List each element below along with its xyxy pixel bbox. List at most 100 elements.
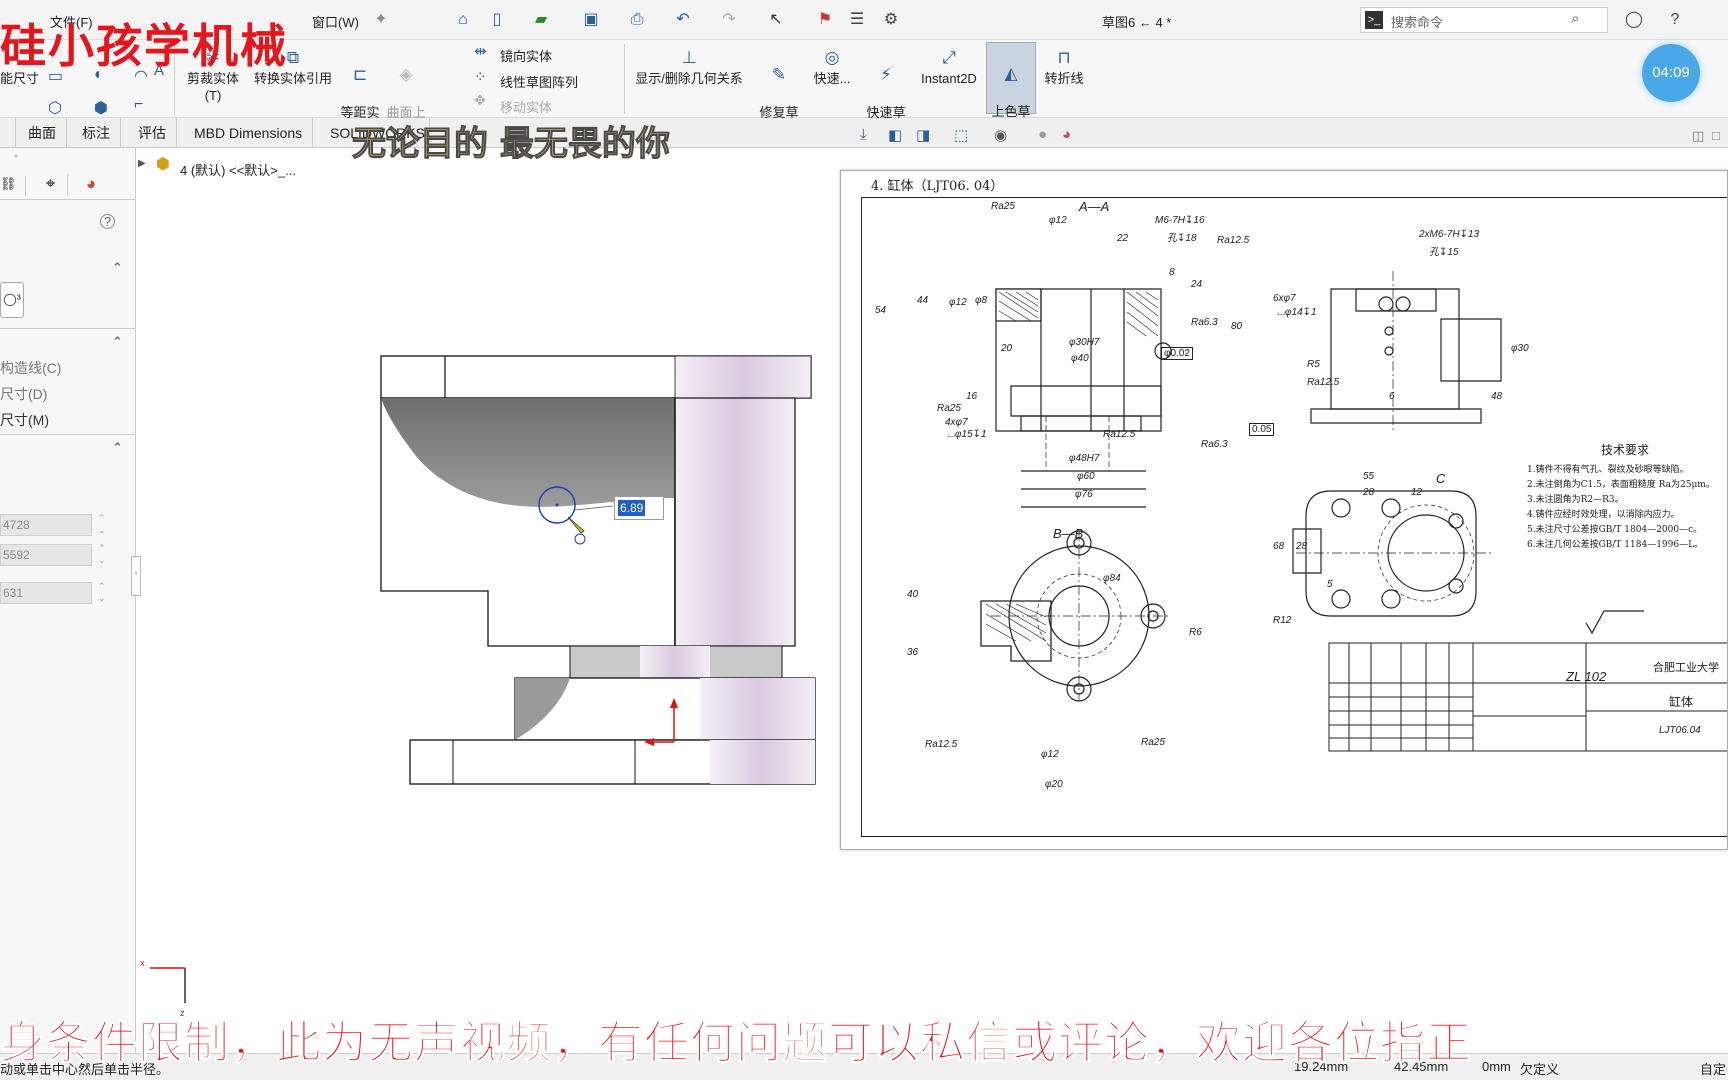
- center-y-field[interactable]: 5592: [0, 544, 92, 566]
- menu-window[interactable]: 窗口(W): [312, 12, 359, 31]
- search-icon[interactable]: ⌕: [1571, 10, 1579, 27]
- help-icon[interactable]: ?: [1664, 10, 1686, 30]
- view-orientation-icon[interactable]: ⬚: [954, 126, 968, 144]
- status-units[interactable]: 自定: [1700, 1059, 1726, 1078]
- display-manager-tab-icon[interactable]: ◕: [74, 174, 108, 196]
- select-icon[interactable]: ↖: [765, 10, 787, 30]
- shaded-sketch-contours-button[interactable]: ◭ 上色草 图轮廓: [986, 42, 1036, 136]
- tech-line: 3.未注圆角为R2—R3。: [1527, 495, 1624, 505]
- dim-label: R12: [1273, 615, 1292, 626]
- dim-label: 2xM6-7H↧13: [1419, 229, 1480, 240]
- dim-label: 0.05: [1249, 423, 1275, 436]
- fillet-icon[interactable]: ⌐: [134, 96, 143, 114]
- collapse-chevron-icon[interactable]: ⌃: [112, 440, 123, 456]
- dimension-value[interactable]: 6.89: [618, 500, 646, 516]
- rapid-sketch-icon: ⚡: [880, 65, 892, 84]
- scene-icon[interactable]: ◕: [1062, 126, 1071, 143]
- hide-show-icon[interactable]: ◉: [994, 126, 1007, 144]
- collapse-chevron-icon[interactable]: ⌃: [112, 260, 123, 276]
- dim-label: Ra6.3: [1201, 439, 1228, 450]
- relations-icon: ⊥: [681, 48, 697, 67]
- home-icon[interactable]: ⌂: [452, 10, 474, 30]
- panel-tabs: ⛓ ⌖ ◕: [0, 172, 136, 200]
- reference-drawing-image[interactable]: 4. 缸体（LJT06. 04） A—A B—B C Ra25 φ12 M6-7…: [840, 170, 1728, 850]
- linear-pattern-button[interactable]: 线性草图阵列: [500, 72, 578, 91]
- instant2d-button[interactable]: ⤢ Instant2D: [916, 48, 982, 87]
- tech-requirements: 1.铸件不得有气孔、裂纹及砂眼等缺陷。 2.未注倒角为C1.5，表面粗糙度 Ra…: [1527, 463, 1727, 553]
- dim-label: Ra12.5: [1307, 377, 1340, 388]
- tab-sketch[interactable]: [0, 118, 16, 148]
- tab-evaluate[interactable]: 评估: [128, 118, 177, 148]
- side-view: [1310, 271, 1502, 433]
- dim-label: 22: [1117, 233, 1129, 244]
- option-construction[interactable]: 构造线(C): [0, 358, 61, 378]
- timer-badge: 04:09: [1642, 44, 1700, 102]
- motto-overlay: 无论目的 最无畏的你: [352, 124, 671, 165]
- dim-label: 12: [1411, 487, 1423, 498]
- hexagon-icon[interactable]: ⬢: [94, 98, 108, 118]
- config-tab-icon[interactable]: ⛓: [0, 176, 26, 196]
- dim-label: φ12: [1049, 215, 1067, 226]
- spinner-icon[interactable]: ⌃ ⌄: [98, 542, 106, 566]
- new-icon[interactable]: ▯: [486, 10, 508, 30]
- dim-label: 40: [907, 589, 919, 600]
- dimension-input[interactable]: 6.89: [614, 496, 664, 520]
- print-icon[interactable]: ⎙: [626, 10, 648, 30]
- dim-label: 44: [917, 295, 929, 306]
- dim-label: Ra25: [937, 403, 961, 414]
- close-icon[interactable]: □: [1712, 128, 1720, 143]
- tab-surfaces[interactable]: 曲面: [18, 118, 67, 148]
- move-icon: ✥: [474, 92, 486, 108]
- traffic-light-icon[interactable]: ⚑: [814, 10, 836, 30]
- section-aa-label: A—A: [1079, 199, 1110, 214]
- spinner-icon[interactable]: ⌃ ⌄: [98, 580, 106, 604]
- options-icon[interactable]: ⚙: [880, 10, 902, 30]
- status-state: 欠定义: [1520, 1062, 1560, 1077]
- polygon-icon[interactable]: ⬡: [48, 98, 62, 118]
- dimxpert-tab-icon[interactable]: ⌖: [34, 174, 68, 196]
- previous-view-icon[interactable]: ◧: [888, 126, 902, 144]
- undo-icon[interactable]: ↶: [672, 10, 694, 30]
- file-properties-icon[interactable]: ☰: [846, 10, 868, 30]
- tab-markup[interactable]: 标注: [72, 118, 121, 148]
- dim-label: 6: [1389, 391, 1395, 402]
- display-relations-button[interactable]: ⊥ 显示/删除几何关系: [628, 48, 750, 87]
- section-view-icon[interactable]: ◨: [916, 126, 930, 144]
- restore-icon[interactable]: ◫: [1692, 128, 1704, 144]
- appearance-icon[interactable]: ●: [1038, 126, 1047, 143]
- save-icon[interactable]: ▣: [580, 10, 602, 30]
- option-dimension-d[interactable]: 尺寸(D): [0, 384, 47, 404]
- graphics-area[interactable]: x z: [140, 148, 840, 1053]
- quick-snaps-button[interactable]: ◎ 快速...: [810, 48, 854, 87]
- view-c-label: C: [1436, 471, 1446, 486]
- repair-icon: ✎: [771, 65, 787, 84]
- radius-field[interactable]: 631: [0, 582, 92, 604]
- zoom-to-fit-icon[interactable]: ⤓: [860, 126, 867, 143]
- circle-type-icon[interactable]: ◯³: [0, 282, 24, 318]
- tab-mbd-dimensions[interactable]: MBD Dimensions: [184, 118, 314, 148]
- user-icon[interactable]: ◯: [1623, 10, 1645, 30]
- center-x-field[interactable]: 4728: [0, 514, 92, 536]
- option-dimension-m[interactable]: 尺寸(M): [0, 410, 49, 430]
- redo-icon[interactable]: ↷: [718, 10, 740, 30]
- dim-label: ⌴φ15↧1: [947, 429, 987, 440]
- roughness-symbol: [1585, 610, 1644, 635]
- dim-label: φ76: [1075, 489, 1093, 500]
- collapse-chevron-icon[interactable]: ⌃: [112, 334, 123, 350]
- dim-label: Ra12.5: [1217, 235, 1250, 246]
- linear-pattern-icon: ⁘: [474, 69, 487, 86]
- open-icon[interactable]: ▰: [530, 10, 552, 30]
- jog-line-button[interactable]: ⊓ 转折线: [1040, 48, 1088, 87]
- help-icon[interactable]: ?: [100, 214, 115, 229]
- pin-icon[interactable]: ✦: [370, 10, 392, 30]
- jog-line-icon: ⊓: [1057, 48, 1071, 67]
- mirror-entities-button[interactable]: 镜向实体: [500, 46, 552, 65]
- tech-requirements-title: 技术要求: [1601, 443, 1650, 457]
- dim-label: 54: [875, 305, 887, 316]
- offset-icon: ⊏: [352, 65, 368, 84]
- dim-label: 24: [1191, 279, 1203, 290]
- search-box[interactable]: >_ 搜索命令 ⌕: [1360, 7, 1608, 33]
- search-input[interactable]: 搜索命令: [1391, 12, 1443, 31]
- spinner-icon[interactable]: ⌃ ⌄: [98, 512, 106, 536]
- move-entities-button[interactable]: 移动实体: [500, 97, 552, 116]
